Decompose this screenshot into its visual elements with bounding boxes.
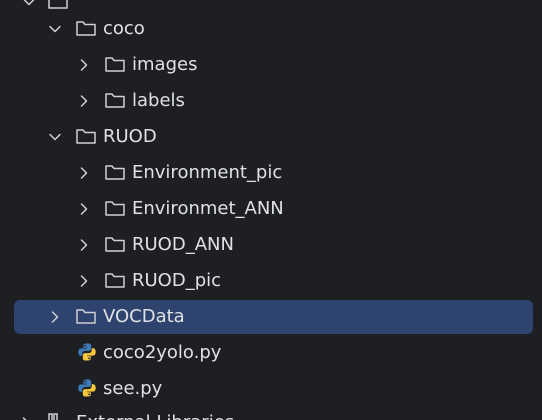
tree-item-label: see.py	[103, 378, 163, 399]
tree-item-label: RUOD_pic	[132, 270, 222, 291]
tree-item-ruod-pic[interactable]: RUOD_pic	[0, 263, 542, 299]
chevron-right-icon[interactable]	[77, 58, 91, 72]
chevron-right-icon[interactable]	[48, 310, 62, 324]
tree-item-see-py[interactable]: see.py	[0, 371, 542, 407]
folder-icon	[105, 57, 125, 72]
chevron-right-icon[interactable]	[77, 166, 91, 180]
tree-item-labels[interactable]: labels	[0, 83, 542, 119]
library-icon	[48, 413, 58, 420]
tree-item-label: External Libraries	[76, 411, 234, 420]
tree-item-label: coco2yolo.py	[103, 342, 222, 363]
chevron-down-icon[interactable]	[48, 22, 62, 36]
tree-item-environment-pic[interactable]: Environment_pic	[0, 155, 542, 191]
tree-item-label: coco	[103, 18, 145, 39]
chevron-right-icon[interactable]	[77, 274, 91, 288]
folder-icon	[76, 309, 96, 324]
chevron-right-icon[interactable]	[19, 416, 33, 420]
tree-item-label: labels	[132, 90, 185, 111]
tree-item-ruod-ann[interactable]: RUOD_ANN	[0, 227, 542, 263]
tree-item-coco[interactable]: coco	[0, 11, 542, 47]
tree-item-external-libraries[interactable]: External Libraries	[0, 405, 542, 420]
tree-item-label: images	[132, 54, 198, 75]
folder-icon	[105, 201, 125, 216]
tree-item-environmet-ann[interactable]: Environmet_ANN	[0, 191, 542, 227]
tree-item-label: Environment_pic	[132, 162, 283, 183]
chevron-down-icon[interactable]	[22, 0, 36, 9]
folder-icon	[48, 0, 68, 9]
tree-item-label: VOCData	[103, 306, 185, 327]
tree-item-label: RUOD	[103, 126, 157, 147]
folder-icon	[76, 21, 96, 36]
chevron-right-icon[interactable]	[77, 238, 91, 252]
tree-item-vocdata[interactable]: VOCData	[0, 299, 542, 335]
chevron-right-icon[interactable]	[77, 202, 91, 216]
tree-item-label: Environmet_ANN	[132, 198, 284, 219]
folder-icon	[105, 93, 125, 108]
folder-icon	[76, 129, 96, 144]
python-file-icon	[78, 343, 96, 361]
tree-item-images[interactable]: images	[0, 47, 542, 83]
folder-icon	[105, 237, 125, 252]
folder-icon	[105, 165, 125, 180]
chevron-right-icon[interactable]	[77, 94, 91, 108]
project-tree: coco images labels RUOD Environment_pic …	[0, 0, 542, 420]
tree-item-ruod[interactable]: RUOD	[0, 119, 542, 155]
tree-item-coco2yolo-py[interactable]: coco2yolo.py	[0, 335, 542, 371]
chevron-down-icon[interactable]	[48, 130, 62, 144]
tree-item-label: RUOD_ANN	[132, 234, 234, 255]
folder-icon	[105, 273, 125, 288]
python-file-icon	[78, 379, 96, 397]
